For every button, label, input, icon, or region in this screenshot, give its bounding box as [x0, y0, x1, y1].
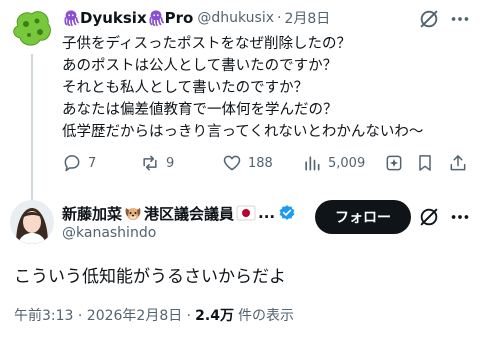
reply-count: 7: [88, 155, 97, 171]
grok-icon[interactable]: [418, 8, 440, 30]
reply-text-line: それとも私人として書いたのですか？: [62, 80, 309, 96]
follow-button[interactable]: フォロー: [315, 200, 411, 234]
main-author-name[interactable]: 新藤加菜: [62, 203, 122, 224]
analytics-icon: [305, 156, 320, 171]
share-icon: [450, 155, 466, 171]
views-count: 5,009: [328, 155, 366, 171]
views-count: 2.4万: [195, 308, 234, 324]
grok-sparkle-icon: [386, 155, 402, 171]
bookmark-icon: [419, 155, 431, 171]
avatar[interactable]: [10, 6, 54, 50]
repost-count: 9: [166, 155, 175, 171]
main-tweet-text: こういう低知能がうるさいからだよ: [14, 267, 286, 287]
reply-text-line: あのポストは公人として書いたのですか？: [62, 58, 338, 74]
thread-line: [31, 54, 33, 200]
comment-icon: [64, 155, 80, 172]
dog-icon: [125, 208, 141, 220]
views-button[interactable]: 5,009: [302, 153, 365, 173]
heart-icon: [223, 155, 241, 171]
main-tweet: 新藤加菜 港区議会議員 ... @kanashindo フォロー こういう低知能…: [0, 190, 480, 341]
tweet-meta: 午前3:13 · 2026年2月8日 · 2.4万 件の表示: [14, 305, 294, 325]
main-author-handle[interactable]: @kanashindo: [62, 225, 156, 241]
reply-author-handle[interactable]: @dhukusix: [197, 10, 274, 26]
reply-text-line: 低学歴だからはっきり言ってくれないとわかんないわ〜: [62, 124, 424, 140]
share-button[interactable]: [448, 153, 468, 173]
reply-text-line: あなたは偏差値教育で一体何を学んだの？: [62, 102, 338, 118]
repost-button[interactable]: 9: [140, 153, 174, 173]
action-bar: 7 9 188 5,009: [62, 150, 472, 176]
reply-header: Dyuksix Pro @dhukusix · 2月8日: [62, 7, 330, 29]
like-count: 188: [248, 155, 273, 171]
more-icon[interactable]: [449, 8, 471, 30]
reply-text: 子供をディスったポストをなぜ削除したの？ あのポストは公人として書いたのですか？…: [62, 33, 472, 143]
verified-badge-icon: [279, 205, 295, 220]
reply-tweet: Dyuksix Pro @dhukusix · 2月8日 子供をディスったポスト…: [0, 0, 480, 200]
octopus-icon: [149, 10, 164, 27]
grok-icon[interactable]: [418, 206, 440, 228]
grok-explain-button[interactable]: [384, 153, 404, 173]
reply-author-name[interactable]: Dyuksix: [80, 9, 147, 27]
main-author-row: 新藤加菜 港区議会議員 ...: [62, 202, 296, 224]
separator: ·: [277, 10, 282, 26]
timestamp[interactable]: 午前3:13 · 2026年2月8日 ·: [14, 305, 191, 325]
avatar[interactable]: [10, 200, 54, 244]
bookmark-button[interactable]: [415, 153, 435, 173]
like-button[interactable]: 188: [222, 153, 273, 173]
main-author-title[interactable]: 港区議会議員: [144, 203, 234, 224]
japan-flag-icon: [236, 205, 256, 221]
octopus-icon: [64, 10, 80, 27]
views-label: 件の表示: [237, 308, 294, 324]
repost-icon: [143, 155, 157, 171]
reply-text-line: 子供をディスったポストをなぜ削除したの？: [62, 36, 351, 52]
reply-author-name-suffix[interactable]: Pro: [165, 9, 194, 27]
more-icon[interactable]: [449, 206, 471, 228]
main-author-ellipsis: ...: [258, 204, 276, 222]
reply-date[interactable]: 2月8日: [284, 8, 330, 28]
reply-button[interactable]: 7: [62, 153, 96, 173]
